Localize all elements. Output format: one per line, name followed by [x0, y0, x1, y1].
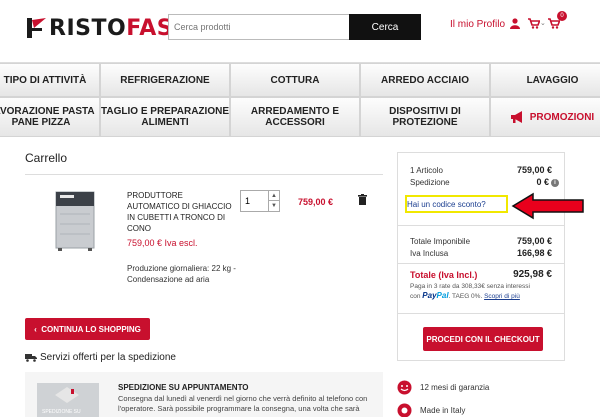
divider [25, 174, 383, 175]
megaphone-icon [510, 111, 522, 123]
main-nav: TIPO DI ATTIVITÀ REFRIGERAZIONE COTTURA … [0, 62, 600, 137]
nav-promozioni-label: PROMOZIONI [529, 111, 595, 123]
paypal-with-text: con [410, 293, 421, 300]
items-label: 1 Articolo [410, 166, 443, 175]
quantity-stepper[interactable]: ▲ ▼ [240, 190, 280, 212]
taxable-label: Totale Imponibile [410, 237, 471, 246]
nav-promozioni[interactable]: PROMOZIONI [490, 97, 600, 137]
quantity-input[interactable] [241, 191, 269, 211]
total-label: Totale (Iva Incl.) [410, 270, 478, 280]
divider [398, 225, 564, 226]
product-unit-price: 759,00 € Iva escl. [127, 238, 198, 248]
coupon-highlight-box [405, 195, 508, 213]
nav-cottura[interactable]: COTTURA [230, 63, 360, 97]
made-in-italy-badge: Made in Italy [397, 403, 465, 417]
arrow-left-icon [511, 192, 584, 220]
header: RISTOFAST Cerca Il mio Profilo ⌄ 0 [0, 0, 600, 58]
product-name-link[interactable]: PRODUTTORE AUTOMATICO DI GHIACCIO IN CUB… [127, 190, 235, 234]
shipping-value: 0 € [536, 177, 549, 187]
user-icon[interactable] [510, 18, 520, 29]
shipping-value-group: 0 € i [536, 177, 559, 187]
divider [398, 263, 564, 264]
nav-arredamento-accessori[interactable]: ARREDAMENTO E ACCESSORI [230, 97, 360, 137]
made-in-italy-icon [397, 403, 412, 417]
made-in-label: Made in Italy [420, 406, 466, 415]
total-value: 925,98 € [513, 269, 552, 280]
items-value: 759,00 € [516, 165, 552, 175]
vat-label: Iva Inclusa [410, 249, 449, 258]
nav-arredo-acciaio[interactable]: ARREDO ACCIAIO [360, 63, 490, 97]
search-input[interactable] [168, 14, 350, 40]
paypal-logo: PayPal [422, 291, 448, 300]
paypal-installments: Paga in 3 rate da 308,33€ senza interess… [410, 282, 560, 301]
product-image[interactable] [52, 190, 98, 252]
paypal-installments-text: Paga in 3 rate da 308,33€ senza interess… [410, 283, 530, 290]
shipping-option-text: Consegna dal lunedì al venerdì nel giorn… [118, 394, 368, 413]
continue-shopping-label: CONTINUA LO SHOPPING [41, 324, 141, 334]
nav-lavorazione-pasta[interactable]: LAVORAZIONE PASTA PANE PIZZA [0, 97, 100, 137]
smiley-icon [397, 380, 412, 395]
paypal-logo-pay: Pay [422, 291, 437, 300]
trash-icon[interactable] [358, 194, 367, 205]
profile-link[interactable]: Il mio Profilo [450, 19, 505, 30]
shipping-services-label: Servizi offerti per la spedizione [40, 352, 176, 363]
page-title: Carrello [25, 151, 68, 165]
search-button[interactable]: Cerca [349, 14, 421, 40]
paypal-learn-more-link[interactable]: Scopri di più [484, 293, 520, 300]
chevron-up-icon[interactable]: ▲ [268, 191, 279, 201]
logo[interactable]: RISTOFAST [25, 14, 189, 42]
guarantee-label: 12 mesi di garanzia [420, 383, 490, 392]
divider [398, 313, 564, 314]
line-total: 759,00 € [298, 197, 334, 207]
nav-tipo-di-attivita[interactable]: TIPO DI ATTIVITÀ [0, 63, 100, 97]
truck-icon [25, 354, 37, 362]
cart-icon[interactable] [528, 18, 540, 29]
shipping-option-title: SPEDIZIONE SU APPUNTAMENTO [118, 383, 249, 392]
vat-value: 166,98 € [516, 248, 552, 258]
cart-count-badge: 0 [557, 11, 567, 21]
shipping-image-caption: SPEDIZIONE SU [42, 409, 81, 415]
nav-refrigerazione[interactable]: REFRIGERAZIONE [100, 63, 230, 97]
paypal-taeg: . TAEG 0%. [448, 293, 483, 300]
logo-mark-icon [27, 18, 46, 38]
chevron-down-icon[interactable]: ⌄ [540, 19, 546, 27]
nav-dispositivi-protezione[interactable]: DISPOSITIVI DI PROTEZIONE [360, 97, 490, 137]
paypal-logo-pal: Pal [436, 291, 449, 300]
checkout-button[interactable]: PROCEDI CON IL CHECKOUT [423, 327, 543, 351]
order-summary: 1 Articolo 759,00 € Spedizione 0 € i Hai … [397, 152, 565, 361]
continue-shopping-button[interactable]: ‹ CONTINUA LO SHOPPING [25, 318, 150, 340]
shipping-services-heading: Servizi offerti per la spedizione [25, 352, 176, 363]
nav-lavaggio[interactable]: LAVAGGIO [490, 63, 600, 97]
shipping-label: Spedizione [410, 178, 450, 187]
product-spec: Produzione giornaliera: 22 kg - Condensa… [127, 264, 236, 284]
nav-taglio-preparazione[interactable]: TAGLIO E PREPARAZIONE ALIMENTI [100, 97, 230, 137]
chevron-down-icon[interactable]: ▼ [268, 201, 279, 211]
info-icon[interactable]: i [551, 178, 559, 187]
guarantee-badge: 12 mesi di garanzia [397, 380, 489, 395]
taxable-value: 759,00 € [516, 236, 552, 246]
